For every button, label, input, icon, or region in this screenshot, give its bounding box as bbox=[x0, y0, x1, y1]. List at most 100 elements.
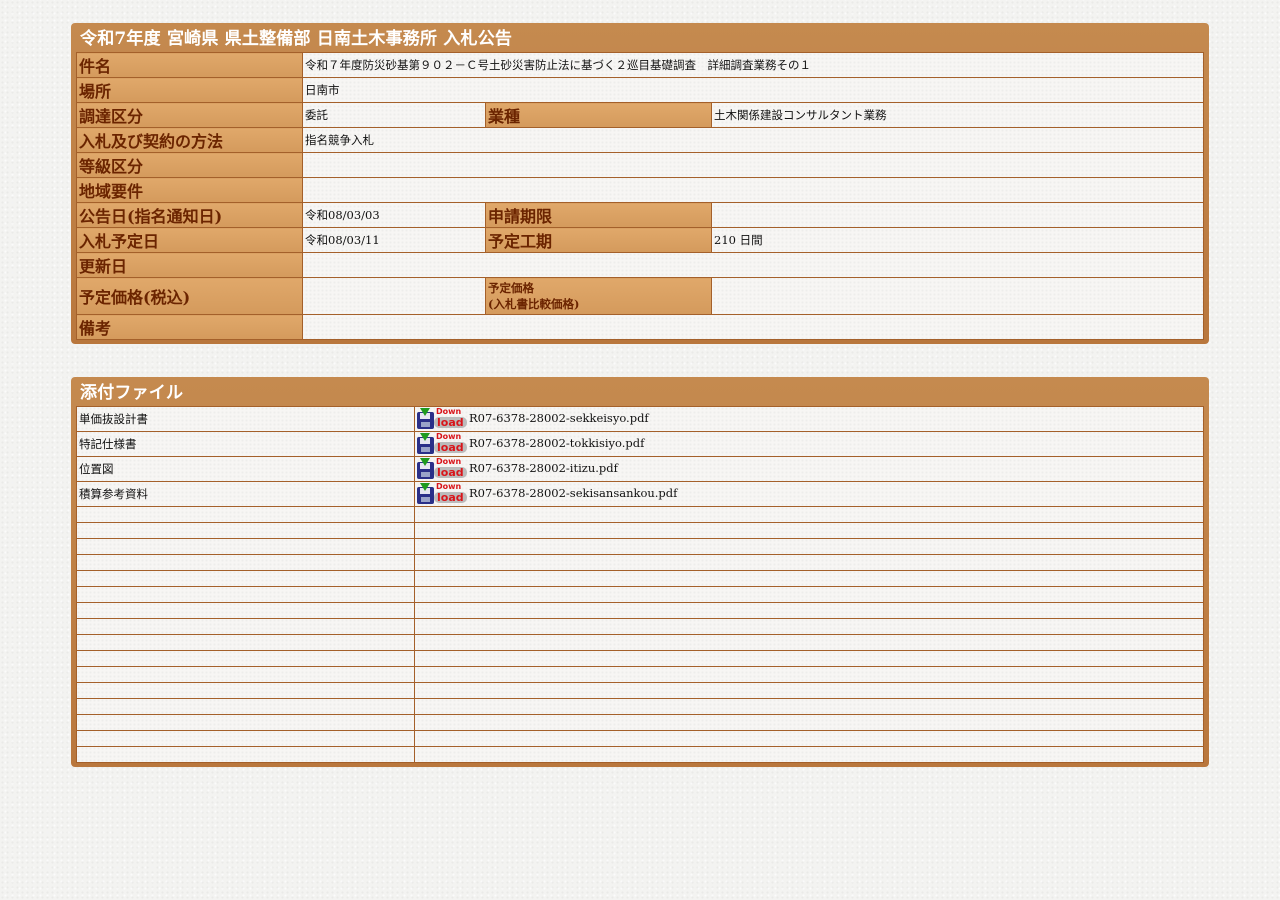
notice-panel: 令和7年度 宮崎県 県土整備部 日南土木事務所 入札公告 件名 令和７年度防災砂… bbox=[71, 23, 1209, 344]
row-bid-date: 入札予定日 令和08/03/11 予定工期 210 日間 bbox=[76, 227, 1204, 253]
grade-category-value bbox=[302, 152, 1204, 178]
planned-price-bid-label-line1: 予定価格 bbox=[488, 281, 534, 295]
planned-price-bid-label-line2: (入札書比較価格) bbox=[488, 297, 580, 311]
download-icon-text-bottom: load bbox=[434, 467, 467, 478]
application-period-value bbox=[711, 202, 1204, 228]
attachment-row: 位置図 Down load R07-6378-28002-itizu.pdf bbox=[76, 456, 1204, 482]
attachment-name bbox=[76, 618, 415, 635]
attachments-body: 単価抜設計書 Down load R07-6378-28002-sekkeisyo.p… bbox=[76, 406, 1204, 763]
procurement-category-value: 委託 bbox=[302, 102, 486, 128]
attachment-name: 単価抜設計書 bbox=[76, 406, 415, 432]
subject-label: 件名 bbox=[76, 52, 303, 78]
attachment-row bbox=[76, 698, 1204, 715]
attachment-filename-link[interactable]: R07-6378-28002-sekkeisyo.pdf bbox=[469, 411, 649, 425]
announcement-date-label: 公告日(指名通知日) bbox=[76, 202, 303, 228]
attachment-name bbox=[76, 730, 415, 747]
arrow-down-icon bbox=[420, 483, 430, 491]
bidding-method-value: 指名競争入札 bbox=[302, 127, 1204, 153]
download-icon-text-top: Down bbox=[436, 482, 462, 491]
construction-period-value: 210 日間 bbox=[711, 227, 1204, 253]
download-icon[interactable]: Down load bbox=[417, 432, 467, 455]
attachment-row bbox=[76, 746, 1204, 763]
attachment-filename-link[interactable]: R07-6378-28002-itizu.pdf bbox=[469, 461, 618, 475]
attachment-file bbox=[414, 698, 1204, 715]
attachment-row bbox=[76, 570, 1204, 587]
bid-date-value: 令和08/03/11 bbox=[302, 227, 486, 253]
attachment-row bbox=[76, 618, 1204, 635]
remarks-label: 備考 bbox=[76, 314, 303, 340]
subject-value: 令和７年度防災砂基第９０２－Ｃ号土砂災害防止法に基づく２巡目基礎調査 詳細調査業… bbox=[302, 52, 1204, 78]
row-subject: 件名 令和７年度防災砂基第９０２－Ｃ号土砂災害防止法に基づく２巡目基礎調査 詳細… bbox=[76, 52, 1204, 78]
attachment-filename-link[interactable]: R07-6378-28002-sekisansankou.pdf bbox=[469, 486, 677, 500]
row-grade: 等級区分 bbox=[76, 152, 1204, 178]
planned-price-bid-label: 予定価格 (入札書比較価格) bbox=[485, 277, 712, 315]
attachment-name bbox=[76, 554, 415, 571]
attachment-file bbox=[414, 730, 1204, 747]
attachment-file bbox=[414, 506, 1204, 523]
download-icon[interactable]: Down load bbox=[417, 407, 467, 430]
planned-price-tax-label: 予定価格(税込) bbox=[76, 277, 303, 315]
regional-requirement-label: 地域要件 bbox=[76, 177, 303, 203]
attachment-file bbox=[414, 602, 1204, 619]
attachment-row bbox=[76, 522, 1204, 539]
attachment-row bbox=[76, 602, 1204, 619]
attachment-name bbox=[76, 714, 415, 731]
update-date-value bbox=[302, 252, 1204, 278]
application-period-label: 申請期限 bbox=[485, 202, 712, 228]
attachment-file bbox=[414, 746, 1204, 763]
download-icon-text-top: Down bbox=[436, 432, 462, 441]
download-icon[interactable]: Down load bbox=[417, 457, 467, 480]
download-icon-text-bottom: load bbox=[434, 492, 467, 503]
attachment-row: 特記仕様書 Down load R07-6378-28002-tokkisiyo.pd… bbox=[76, 431, 1204, 457]
row-remarks: 備考 bbox=[76, 314, 1204, 340]
attachment-name bbox=[76, 522, 415, 539]
attachment-row bbox=[76, 634, 1204, 651]
attachments-panel: 添付ファイル 単価抜設計書 Down load R07-6378-28002-sekk… bbox=[71, 377, 1209, 767]
attachment-file bbox=[414, 570, 1204, 587]
row-update: 更新日 bbox=[76, 252, 1204, 278]
attachment-file bbox=[414, 714, 1204, 731]
business-type-label: 業種 bbox=[485, 102, 712, 128]
attachment-name bbox=[76, 586, 415, 603]
attachment-name bbox=[76, 506, 415, 523]
attachment-name bbox=[76, 666, 415, 683]
attachment-file bbox=[414, 586, 1204, 603]
attachment-name bbox=[76, 746, 415, 763]
download-icon-text-top: Down bbox=[436, 457, 462, 466]
download-icon[interactable]: Down load bbox=[417, 482, 467, 505]
attachment-filename-link[interactable]: R07-6378-28002-tokkisiyo.pdf bbox=[469, 436, 644, 450]
row-location: 場所 日南市 bbox=[76, 77, 1204, 103]
attachment-name: 積算参考資料 bbox=[76, 481, 415, 507]
location-label: 場所 bbox=[76, 77, 303, 103]
update-date-label: 更新日 bbox=[76, 252, 303, 278]
row-price: 予定価格(税込) 予定価格 (入札書比較価格) bbox=[76, 277, 1204, 315]
regional-requirement-value bbox=[302, 177, 1204, 203]
attachment-file bbox=[414, 618, 1204, 635]
notice-title: 令和7年度 宮崎県 県土整備部 日南土木事務所 入札公告 bbox=[80, 29, 513, 49]
bid-date-label: 入札予定日 bbox=[76, 227, 303, 253]
attachment-row bbox=[76, 538, 1204, 555]
arrow-down-icon bbox=[420, 433, 430, 441]
download-icon-text-top: Down bbox=[436, 407, 462, 416]
attachment-row bbox=[76, 586, 1204, 603]
bidding-method-label: 入札及び契約の方法 bbox=[76, 127, 303, 153]
announcement-date-value: 令和08/03/03 bbox=[302, 202, 486, 228]
attachment-row bbox=[76, 506, 1204, 523]
attachments-table: 単価抜設計書 Down load R07-6378-28002-sekkeisyo.p… bbox=[76, 406, 1204, 763]
row-announcement: 公告日(指名通知日) 令和08/03/03 申請期限 bbox=[76, 202, 1204, 228]
attachment-name bbox=[76, 570, 415, 587]
attachment-file bbox=[414, 538, 1204, 555]
attachment-file: Down load R07-6378-28002-itizu.pdf bbox=[414, 456, 1204, 482]
arrow-down-icon bbox=[420, 458, 430, 466]
business-type-value: 土木関係建設コンサルタント業務 bbox=[711, 102, 1204, 128]
attachment-name: 位置図 bbox=[76, 456, 415, 482]
attachment-file bbox=[414, 682, 1204, 699]
notice-table: 件名 令和７年度防災砂基第９０２－Ｃ号土砂災害防止法に基づく２巡目基礎調査 詳細… bbox=[76, 52, 1204, 340]
attachment-file bbox=[414, 554, 1204, 571]
attachment-file: Down load R07-6378-28002-sekisansankou.pdf bbox=[414, 481, 1204, 507]
attachment-name bbox=[76, 650, 415, 667]
attachment-row: 積算参考資料 Down load R07-6378-28002-sekisansank… bbox=[76, 481, 1204, 507]
attachment-name bbox=[76, 682, 415, 699]
construction-period-label: 予定工期 bbox=[485, 227, 712, 253]
attachment-file bbox=[414, 666, 1204, 683]
